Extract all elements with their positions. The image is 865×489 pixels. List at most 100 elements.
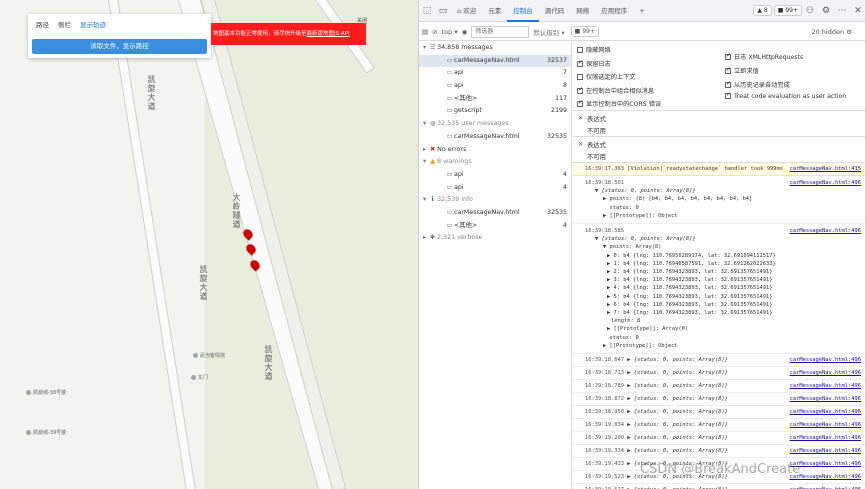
sidebar-item[interactable]: ▭ <其他> 117 xyxy=(419,93,571,106)
object-summary[interactable]: {status: 0, points: Array(8)} xyxy=(634,357,728,363)
object-prop[interactable]: [[Prototype]]: Object xyxy=(610,213,678,219)
object-summary[interactable]: {status: 0, points: Array(8)} xyxy=(634,396,728,402)
log-source-link[interactable]: carMessageNav.html:496 xyxy=(790,370,861,376)
log-entry[interactable]: 16:39:19.034 ▶ {status: 0, points: Array… xyxy=(573,419,865,433)
notice-link[interactable]: 最新版地图JS API xyxy=(307,31,350,37)
log-entry[interactable]: 16:39:18.950 ▶ {status: 0, points: Array… xyxy=(573,406,865,420)
log-entry[interactable]: 16:39:18.789 ▶ {status: 0, points: Array… xyxy=(573,380,865,394)
expand-arrow-icon[interactable]: ▶ xyxy=(624,409,634,415)
sidebar-item[interactable]: ▭ api 4 xyxy=(419,169,571,182)
setting-checkbox[interactable]: 在控制台中组合相似消息 xyxy=(577,86,654,95)
sidebar-item[interactable]: ▸ ✱ 2,321 verbose xyxy=(419,232,571,245)
expand-arrow-icon[interactable]: ▶ xyxy=(624,474,634,480)
log-entry[interactable]: 16:39:18.501 carMessageNav.html:496 ▼ {s… xyxy=(573,176,865,225)
object-prop[interactable]: [[Prototype]]: Array(0) xyxy=(614,326,689,332)
device-icon[interactable]: ▭ xyxy=(435,6,451,16)
panel-tab-track[interactable]: 显示轨迹 xyxy=(80,19,106,29)
more-icon[interactable]: ⋯ xyxy=(834,6,850,16)
setting-checkbox[interactable]: 立即求值 xyxy=(725,66,759,75)
sidebar-item[interactable]: ▾ ◍ 32,535 user messages xyxy=(419,118,571,131)
tab-application[interactable]: 应用程序 xyxy=(595,0,633,22)
notice-close-button[interactable]: 关闭 xyxy=(357,17,367,24)
log-source-link[interactable]: carMessageNav.html:415 xyxy=(790,166,861,172)
inspect-icon[interactable]: ⬚ xyxy=(419,6,435,16)
expand-arrow-icon[interactable]: ▶ xyxy=(624,422,634,428)
expression-label[interactable]: 表达式 xyxy=(587,114,606,123)
log-source-link[interactable]: carMessageNav.html:496 xyxy=(790,227,861,235)
sidebar-item[interactable]: ▭ api 7 xyxy=(419,67,571,80)
checkbox-icon[interactable] xyxy=(577,99,583,107)
sidebar-item[interactable]: ▭ getscript 2199 xyxy=(419,105,571,118)
filter-input[interactable] xyxy=(471,25,530,38)
point-item[interactable]: ▶ 0: b4 {lng: 110.76950289174, lat: 32.6… xyxy=(585,252,863,260)
checkbox-icon[interactable] xyxy=(725,52,731,60)
sidebar-item[interactable]: ▭ carMessageNav.html 32535 xyxy=(419,207,571,220)
expand-arrow-icon[interactable]: ▶ xyxy=(624,448,634,454)
gear-icon[interactable]: ⚙ xyxy=(818,6,834,16)
sidebar-item[interactable]: ▸ ✖ No errors xyxy=(419,144,571,157)
sidebar-item[interactable]: ▾ ☰ 34,858 messages xyxy=(419,42,571,55)
expand-arrow-icon[interactable]: ▶ xyxy=(624,357,634,363)
log-source-link[interactable]: carMessageNav.html:496 xyxy=(790,435,861,441)
panel-tab-route[interactable]: 路径 xyxy=(36,19,49,29)
expand-arrow-icon[interactable]: ▶ xyxy=(624,461,634,467)
point-item[interactable]: ▶ 7: b4 {lng: 110.7694323893, lat: 32.69… xyxy=(585,309,863,317)
context-select[interactable]: top ▾ xyxy=(442,28,458,36)
close-icon[interactable]: ✕ xyxy=(578,115,583,122)
sidebar-item[interactable]: ▾ ▲ 8 warnings xyxy=(419,156,571,169)
setting-checkbox[interactable]: 保留日志 xyxy=(577,59,611,68)
log-source-link[interactable]: carMessageNav.html:496 xyxy=(790,461,861,467)
checkbox-icon[interactable] xyxy=(725,66,731,74)
object-summary[interactable]: {status: 0, points: Array(8)} xyxy=(634,435,728,441)
expand-arrow-icon[interactable]: ▶ xyxy=(624,383,634,389)
read-file-button[interactable]: 读取文件，显示路径 xyxy=(32,39,207,54)
log-entry[interactable]: 16:39:18.713 ▶ {status: 0, points: Array… xyxy=(573,367,865,381)
tab-sources[interactable]: 源代码 xyxy=(539,0,571,22)
tab-console[interactable]: 控制台 xyxy=(507,0,539,22)
object-summary[interactable]: {status: 0, points: Array(8)} xyxy=(602,188,696,194)
expand-arrow-icon[interactable]: ▶ xyxy=(624,396,634,402)
sidebar-item[interactable]: ▭ api 8 xyxy=(419,80,571,93)
tab-elements[interactable]: 元素 xyxy=(482,0,507,22)
point-item[interactable]: ▶ 5: b4 {lng: 110.7694323893, lat: 32.69… xyxy=(585,293,863,301)
sidebar-item[interactable]: ▭ carMessageNav.html 32537 xyxy=(419,54,571,68)
object-prop[interactable]: [[Prototype]]: Object xyxy=(610,343,678,349)
expand-arrow-icon[interactable]: ▶ xyxy=(624,435,634,441)
log-source-link[interactable]: carMessageNav.html:496 xyxy=(790,422,861,428)
expression-label[interactable]: 表达式 xyxy=(587,140,606,149)
sidebar-item[interactable]: ▭ api 4 xyxy=(419,182,571,195)
panel-tab-sidebar[interactable]: 侧栏 xyxy=(58,19,71,29)
log-entry[interactable]: 16:39:18.647 ▶ {status: 0, points: Array… xyxy=(573,354,865,368)
object-prop[interactable]: points: Array(8) xyxy=(610,244,662,250)
clear-console-icon[interactable]: ⊘ xyxy=(432,28,437,36)
tab-welcome[interactable]: ⌂ 欢迎 xyxy=(451,0,482,22)
tab-network[interactable]: 网络 xyxy=(570,0,595,22)
setting-checkbox[interactable]: 从历史记录自动完成 xyxy=(725,80,790,89)
object-summary[interactable]: {status: 0, points: Array(8)} xyxy=(634,422,728,428)
object-prop[interactable]: points: (8) [b4, b4, b4, b4, b4, b4, b4,… xyxy=(610,196,753,202)
setting-checkbox[interactable]: Treat code evaluation as user action xyxy=(725,91,846,100)
log-source-link[interactable]: carMessageNav.html:496 xyxy=(790,474,861,480)
log-entry[interactable]: 16:39:18.585 carMessageNav.html:496 ▼ {s… xyxy=(573,224,865,355)
sidebar-toggle-icon[interactable]: ▤ xyxy=(422,28,428,36)
sidebar-item[interactable]: ▾ ℹ 32,539 info xyxy=(419,194,571,207)
checkbox-icon[interactable] xyxy=(577,74,583,80)
close-icon[interactable]: ✕ xyxy=(578,141,583,148)
info-badge[interactable]: ■ 99+ xyxy=(773,5,802,16)
log-source-link[interactable]: carMessageNav.html:496 xyxy=(790,396,861,402)
log-source-link[interactable]: carMessageNav.html:496 xyxy=(790,179,861,187)
log-source-link[interactable]: carMessageNav.html:496 xyxy=(790,409,861,415)
setting-checkbox[interactable]: 日志 XMLHttpRequests xyxy=(725,52,803,61)
checkbox-icon[interactable] xyxy=(725,91,731,100)
close-icon[interactable]: ✕ xyxy=(850,6,865,16)
log-entry[interactable]: 16:39:19.200 ▶ {status: 0, points: Array… xyxy=(573,432,865,446)
plus-icon[interactable]: + xyxy=(633,0,650,22)
setting-checkbox[interactable]: 显示控制台中的CORS 错误 xyxy=(577,99,661,108)
log-source-link[interactable]: carMessageNav.html:496 xyxy=(790,383,861,389)
eye-icon[interactable]: ◉ xyxy=(462,28,468,36)
issues-badge[interactable]: ■ 99+ xyxy=(570,26,599,37)
warning-badge[interactable]: ▲ 8 xyxy=(753,5,772,16)
user-icon[interactable]: ⚇ xyxy=(802,6,818,16)
expand-arrow-icon[interactable]: ▶ xyxy=(624,370,634,376)
log-entry[interactable]: 16:39:19.334 ▶ {status: 0, points: Array… xyxy=(573,445,865,459)
